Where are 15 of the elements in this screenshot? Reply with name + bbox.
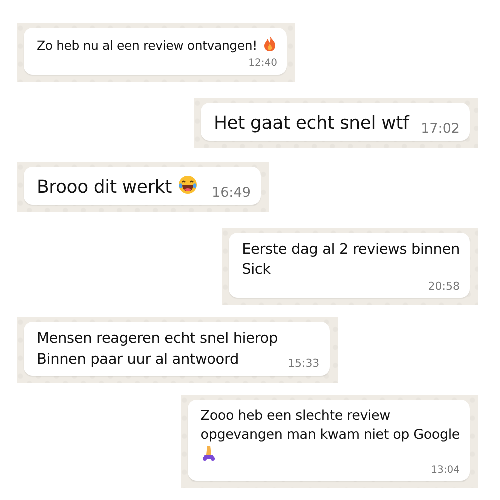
message-time: 13:04 [431, 464, 460, 477]
message-time: 16:49 [212, 184, 251, 202]
message-time: 20:58 [428, 280, 460, 294]
message-time: 15:33 [288, 356, 320, 372]
message-text: Het gaat echt snel wtf [214, 112, 410, 134]
message-time: 12:40 [248, 56, 278, 71]
message-text: Zooo heb een slechte review opgevangen man kwam niet op Google [200, 408, 460, 443]
message-text: Zo heb nu al een review ontvangen! [37, 38, 258, 53]
praying-hands-icon [200, 444, 217, 461]
fire-icon [263, 35, 278, 52]
message-time: 17:02 [421, 120, 460, 138]
message-text: Mensen reageren echt snel hierop Binnen paar uur al antwoord [37, 330, 278, 368]
message-text: Brooo dit werkt [37, 176, 172, 198]
message-text: Eerste dag al 2 reviews binnen Sick [242, 242, 460, 278]
laughing-face-icon [178, 174, 198, 195]
